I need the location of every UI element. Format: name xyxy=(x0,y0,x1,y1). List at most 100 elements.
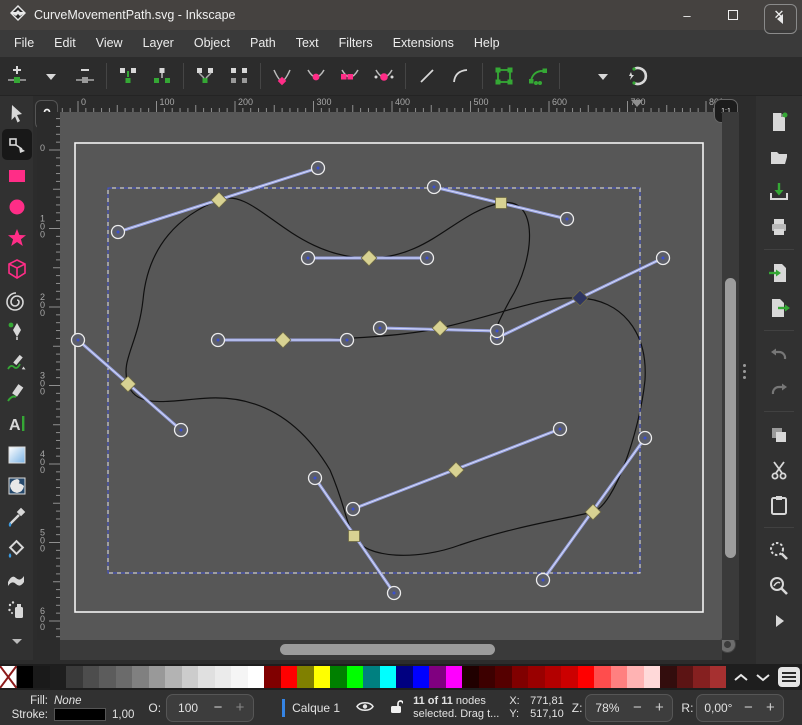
mesh[interactable] xyxy=(2,470,32,501)
zoom-decrease-button[interactable]: − xyxy=(630,699,644,716)
pencil[interactable] xyxy=(2,346,32,377)
pen[interactable] xyxy=(2,315,32,346)
path-node-square[interactable] xyxy=(349,531,360,542)
palette-swatch[interactable] xyxy=(396,666,413,688)
palette-swatch-none[interactable] xyxy=(0,666,17,688)
palette-menu-button[interactable] xyxy=(778,667,800,687)
delete-segment[interactable] xyxy=(222,60,256,92)
insert-node[interactable] xyxy=(0,60,34,92)
palette-swatch[interactable] xyxy=(413,666,430,688)
paint-bucket[interactable] xyxy=(2,532,32,563)
tweak[interactable] xyxy=(2,563,32,594)
horizontal-scrollbar[interactable] xyxy=(60,640,722,660)
maximize-button[interactable] xyxy=(710,0,756,30)
segment-curve[interactable] xyxy=(444,60,478,92)
path-node-square[interactable] xyxy=(496,198,507,209)
layer-name[interactable]: Calque 1 xyxy=(292,701,340,715)
expand[interactable] xyxy=(762,603,796,638)
palette-swatch[interactable] xyxy=(165,666,182,688)
export[interactable] xyxy=(762,290,796,325)
palette-swatch[interactable] xyxy=(660,666,677,688)
node-editor[interactable] xyxy=(2,129,32,160)
menu-help[interactable]: Help xyxy=(464,30,510,57)
menu-filters[interactable]: Filters xyxy=(329,30,383,57)
palette-swatch[interactable] xyxy=(231,666,248,688)
gradient[interactable] xyxy=(2,439,32,470)
insert-node-menu[interactable] xyxy=(34,60,68,92)
palette-swatch[interactable] xyxy=(561,666,578,688)
palette-swatch[interactable] xyxy=(99,666,116,688)
node-auto[interactable] xyxy=(367,60,401,92)
more-tools[interactable] xyxy=(2,625,32,656)
box-3d[interactable] xyxy=(2,253,32,284)
dropper[interactable] xyxy=(2,501,32,532)
cut[interactable] xyxy=(762,452,796,487)
palette-swatch[interactable] xyxy=(83,666,100,688)
canvas-options-kebab-icon[interactable] xyxy=(743,364,746,379)
copy[interactable] xyxy=(762,417,796,452)
menu-object[interactable]: Object xyxy=(184,30,240,57)
horizontal-scrollbar-thumb[interactable] xyxy=(280,644,495,655)
vertical-scrollbar-thumb[interactable] xyxy=(725,278,736,558)
layer-lock-icon[interactable] xyxy=(390,699,403,717)
palette-swatch[interactable] xyxy=(149,666,166,688)
save[interactable] xyxy=(762,174,796,209)
palette-swatch[interactable] xyxy=(182,666,199,688)
zoom-spinner[interactable]: 78% − + xyxy=(585,694,673,722)
zoom-drawing[interactable] xyxy=(762,568,796,603)
palette-swatch[interactable] xyxy=(215,666,232,688)
palette-swatch[interactable] xyxy=(363,666,380,688)
palette-swatch[interactable] xyxy=(446,666,463,688)
vertical-ruler[interactable]: 0100200300400500600 xyxy=(37,112,60,640)
opacity-increase-button[interactable]: + xyxy=(233,699,247,716)
ellipse[interactable] xyxy=(2,191,32,222)
palette-scroll-down-button[interactable] xyxy=(756,673,770,682)
join-with-segment[interactable] xyxy=(188,60,222,92)
join-nodes[interactable] xyxy=(111,60,145,92)
stroke-to-path[interactable] xyxy=(521,60,555,92)
palette-swatch[interactable] xyxy=(710,666,727,688)
zoom-increase-button[interactable]: + xyxy=(652,699,666,716)
palette-swatch[interactable] xyxy=(429,666,446,688)
zoom-selection[interactable] xyxy=(762,533,796,568)
palette-swatch[interactable] xyxy=(132,666,149,688)
palette-swatch[interactable] xyxy=(693,666,710,688)
palette-swatch[interactable] xyxy=(264,666,281,688)
palette-swatch[interactable] xyxy=(578,666,595,688)
menu-layer[interactable]: Layer xyxy=(133,30,184,57)
text[interactable]: A xyxy=(2,408,32,439)
palette-swatch[interactable] xyxy=(314,666,331,688)
calligraphy[interactable] xyxy=(2,377,32,408)
zoom-value[interactable]: 78% xyxy=(592,701,622,715)
palette-swatch[interactable] xyxy=(479,666,496,688)
open[interactable] xyxy=(762,139,796,174)
palette-swatch[interactable] xyxy=(281,666,298,688)
fill-value[interactable]: None xyxy=(54,694,82,708)
palette-swatch[interactable] xyxy=(116,666,133,688)
rectangle[interactable] xyxy=(2,160,32,191)
delete-node[interactable] xyxy=(68,60,102,92)
menu-extensions[interactable]: Extensions xyxy=(383,30,464,57)
new-document[interactable] xyxy=(762,104,796,139)
layer-visibility-eye-icon[interactable] xyxy=(356,700,374,716)
palette-swatch[interactable] xyxy=(594,666,611,688)
palette-swatch[interactable] xyxy=(627,666,644,688)
opacity-spinner[interactable]: 100 − + xyxy=(166,694,254,722)
palette-swatch[interactable] xyxy=(644,666,661,688)
menu-text[interactable]: Text xyxy=(286,30,329,57)
palette-swatch[interactable] xyxy=(677,666,694,688)
segment-line[interactable] xyxy=(410,60,444,92)
opacity-value[interactable]: 100 xyxy=(173,701,203,715)
print[interactable] xyxy=(762,209,796,244)
import[interactable] xyxy=(762,255,796,290)
stroke-color-swatch[interactable] xyxy=(54,708,106,721)
palette-swatch[interactable] xyxy=(380,666,397,688)
vertical-scrollbar[interactable] xyxy=(722,112,739,640)
node-corner[interactable] xyxy=(265,60,299,92)
minimize-button[interactable]: – xyxy=(664,0,710,30)
paste[interactable] xyxy=(762,487,796,522)
rotation-increase-button[interactable]: + xyxy=(763,699,777,716)
spiral[interactable] xyxy=(2,284,32,315)
palette-swatch[interactable] xyxy=(611,666,628,688)
palette-swatch[interactable] xyxy=(545,666,562,688)
